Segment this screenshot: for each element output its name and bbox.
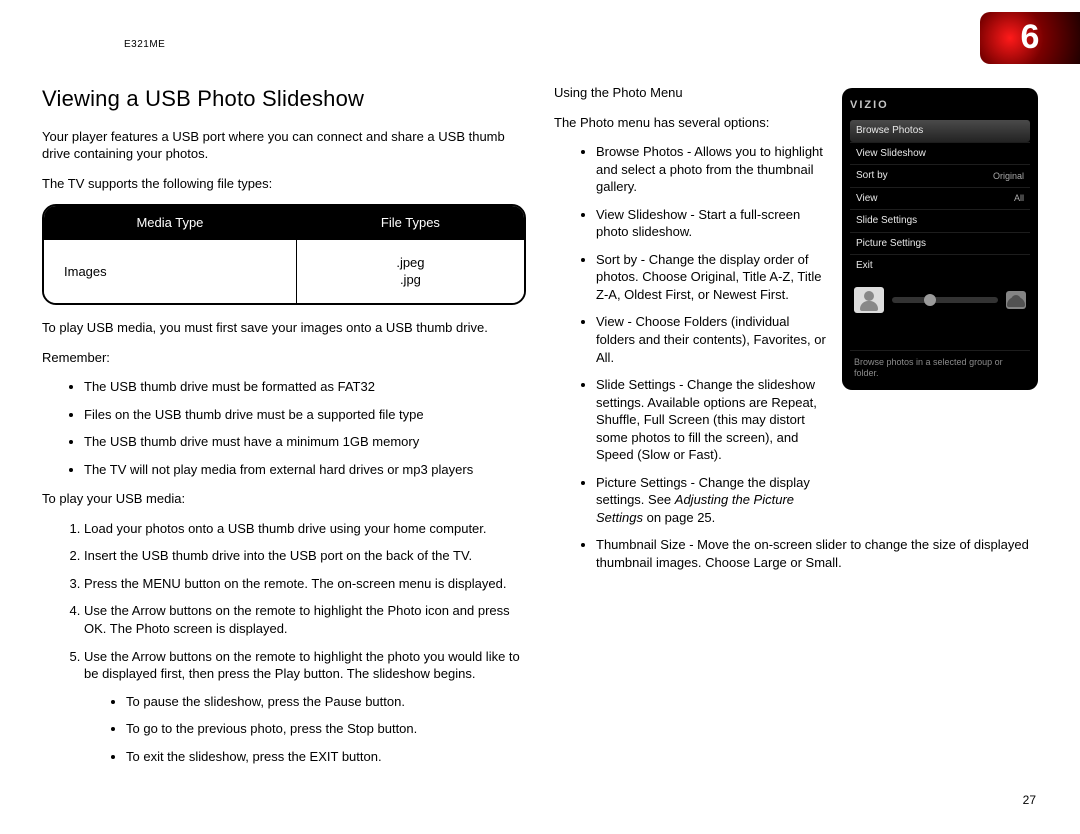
model-code: E321ME — [124, 38, 165, 52]
list-item: Use the Arrow buttons on the remote to h… — [84, 602, 526, 637]
list-item: The USB thumb drive must be formatted as… — [84, 378, 526, 396]
picture-settings-trail: on page 25. — [643, 510, 715, 525]
list-item: Press the MENU button on the remote. The… — [84, 575, 526, 593]
menu-row-label: Picture Settings — [856, 237, 926, 251]
menu-row-exit: Exit — [850, 254, 1030, 277]
menu-row-label: Slide Settings — [856, 214, 917, 228]
list-item: The USB thumb drive must have a minimum … — [84, 433, 526, 451]
list-item: To pause the slideshow, press the Pause … — [126, 693, 526, 711]
th-file-types: File Types — [297, 206, 524, 240]
menu-row-browse-photos: Browse Photos — [850, 120, 1030, 142]
toplay-label: To play your USB media: — [42, 490, 526, 508]
step-text: Use the Arrow buttons on the remote to h… — [84, 649, 520, 682]
right-column: VIZIO Browse Photos View Slideshow Sort … — [554, 84, 1038, 777]
thumbnail-size-slider — [892, 297, 998, 303]
list-item: Insert the USB thumb drive into the USB … — [84, 547, 526, 565]
menu-row-sort-by: Sort by Original — [850, 164, 1030, 187]
left-column: Viewing a USB Photo Slideshow Your playe… — [42, 84, 526, 777]
th-media-type: Media Type — [44, 206, 297, 240]
file-type-1: .jpeg — [317, 254, 504, 272]
remember-label: Remember: — [42, 349, 526, 367]
menu-row-value: Original — [993, 170, 1024, 182]
list-item: To go to the previous photo, press the S… — [126, 720, 526, 738]
menu-row-view-slideshow: View Slideshow — [850, 142, 1030, 165]
thumbnail-large-icon — [854, 287, 884, 313]
menu-row-label: Exit — [856, 259, 873, 273]
photo-menu-screenshot: VIZIO Browse Photos View Slideshow Sort … — [842, 88, 1038, 390]
intro-paragraph: Your player features a USB port where yo… — [42, 128, 526, 163]
menu-help-text: Browse photos in a selected group or fol… — [850, 350, 1030, 382]
sub-controls-list: To pause the slideshow, press the Pause … — [84, 693, 526, 766]
table-row: Images .jpeg .jpg — [44, 240, 524, 303]
remember-list: The USB thumb drive must be formatted as… — [42, 378, 526, 478]
menu-row-view: View All — [850, 187, 1030, 210]
list-item: Picture Settings - Change the display se… — [596, 474, 1038, 527]
menu-row-label: Browse Photos — [856, 124, 923, 138]
file-types-table: Media Type File Types Images .jpeg .jpg — [42, 204, 526, 305]
page: E321ME 6 Viewing a USB Photo Slideshow Y… — [0, 0, 1080, 834]
menu-row-picture-settings: Picture Settings — [850, 232, 1030, 255]
vizio-logo: VIZIO — [850, 98, 906, 112]
menu-row-slide-settings: Slide Settings — [850, 209, 1030, 232]
thumbnail-small-icon — [1006, 291, 1026, 309]
file-type-2: .jpg — [317, 271, 504, 289]
section-title: Viewing a USB Photo Slideshow — [42, 84, 526, 114]
list-item: Load your photos onto a USB thumb drive … — [84, 520, 526, 538]
thumbnail-slider-row — [850, 281, 1030, 319]
menu-row-label: View Slideshow — [856, 147, 926, 161]
cell-filetypes: .jpeg .jpg — [297, 240, 524, 303]
steps-list: Load your photos onto a USB thumb drive … — [42, 520, 526, 765]
list-item: Use the Arrow buttons on the remote to h… — [84, 648, 526, 766]
list-item: Files on the USB thumb drive must be a s… — [84, 406, 526, 424]
chapter-number: 6 — [1021, 15, 1040, 61]
list-item: Thumbnail Size - Move the on-screen slid… — [596, 536, 1038, 571]
menu-row-label: View — [856, 192, 878, 206]
supports-line: The TV supports the following ﬁle types: — [42, 175, 526, 193]
cell-media: Images — [44, 240, 297, 303]
page-number: 27 — [1023, 792, 1036, 808]
list-item: The TV will not play media from external… — [84, 461, 526, 479]
menu-row-value: All — [1014, 192, 1024, 204]
list-item: To exit the slideshow, press the EXIT bu… — [126, 748, 526, 766]
must-save-line: To play USB media, you must ﬁrst save yo… — [42, 319, 526, 337]
chapter-tab: 6 — [980, 12, 1080, 64]
menu-row-label: Sort by — [856, 169, 888, 183]
